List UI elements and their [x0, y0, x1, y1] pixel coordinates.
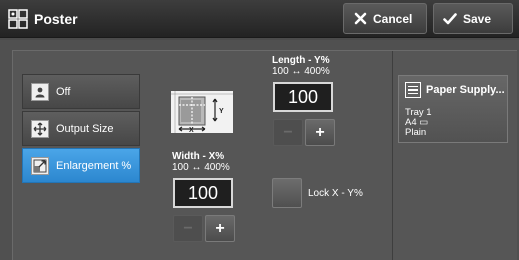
save-button-label: Save [463, 11, 492, 26]
paper-supply-button[interactable]: Paper Supply... Tray 1 A4 ▭ Plain [398, 75, 508, 143]
width-x-increment-button[interactable]: + [205, 215, 235, 242]
paper-list-icon [405, 82, 421, 98]
option-off-label: Off [56, 85, 71, 98]
cancel-button-label: Cancel [373, 11, 413, 26]
enlarge-page-icon [31, 156, 49, 175]
y-axis-label: Y [219, 108, 224, 115]
width-x-decrement-button[interactable]: − [173, 215, 203, 242]
lock-xy-checkbox-box[interactable] [272, 178, 302, 208]
divider [392, 51, 393, 260]
option-off[interactable]: Off [22, 74, 140, 109]
lock-xy-label: Lock X - Y% [308, 187, 363, 199]
title-bar: Poster Cancel Save [0, 0, 519, 38]
length-y-label: Length - Y% 100 ↔ 400% [272, 55, 330, 77]
person-page-icon [31, 82, 49, 101]
close-icon [352, 12, 368, 25]
poster-options-list: Off Output Size Enlargement % [22, 74, 140, 185]
page-title: Poster [34, 11, 78, 27]
poster-icon [8, 9, 28, 29]
length-y-title: Length - Y% [272, 55, 330, 66]
poster-screen: Poster Cancel Save Off Output Size Enlar… [0, 0, 519, 260]
enlargement-diagram: Y X [171, 91, 233, 133]
paper-type: Plain [405, 127, 427, 138]
option-enlargement-percent[interactable]: Enlargement % [22, 148, 140, 183]
paper-supply-label: Paper Supply... [426, 84, 505, 96]
width-x-label: Width - X% 100 ↔ 400% [172, 151, 230, 173]
option-enlargement-percent-label: Enlargement % [56, 159, 132, 172]
width-x-value[interactable]: 100 [173, 178, 233, 208]
cancel-button[interactable]: Cancel [343, 3, 427, 34]
length-y-value[interactable]: 100 [273, 82, 333, 112]
option-output-size-label: Output Size [56, 122, 114, 135]
width-x-title: Width - X% [172, 151, 225, 162]
width-x-range: 100 ↔ 400% [172, 162, 230, 173]
option-output-size[interactable]: Output Size [22, 111, 140, 146]
save-button[interactable]: Save [433, 3, 513, 34]
checkmark-icon [442, 12, 458, 25]
length-y-decrement-button[interactable]: − [273, 119, 303, 146]
x-axis-label: X [189, 127, 194, 133]
resize-arrows-icon [31, 119, 49, 138]
lock-xy-checkbox[interactable]: Lock X - Y% [272, 177, 363, 209]
length-y-increment-button[interactable]: + [305, 119, 335, 146]
length-y-range: 100 ↔ 400% [272, 66, 330, 77]
